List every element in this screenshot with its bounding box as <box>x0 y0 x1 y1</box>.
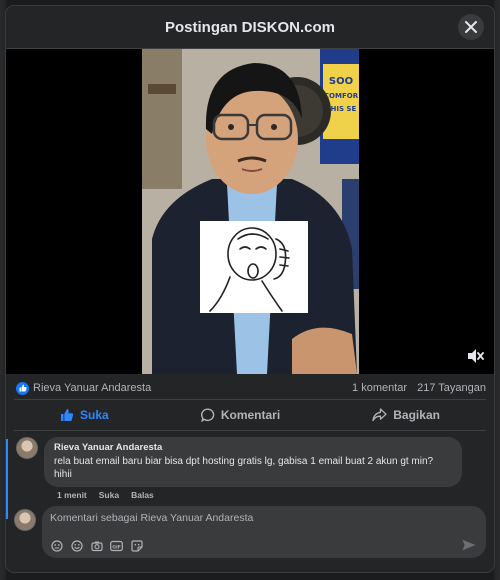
svg-text:COMFOR: COMFOR <box>324 92 359 100</box>
views-count: 217 Tayangan <box>417 382 486 394</box>
comment-like-link[interactable]: Suka <box>99 490 119 500</box>
comment-text: rela buat email baru biar bisa dpt hosti… <box>54 456 434 480</box>
comment-time: 1 menit <box>57 490 87 500</box>
close-button[interactable] <box>458 14 484 40</box>
speaker-muted-icon[interactable] <box>466 348 484 364</box>
comments-count[interactable]: 1 komentar <box>352 382 407 394</box>
like-button[interactable]: Suka <box>46 404 123 426</box>
comment-input[interactable]: Komentari sebagai Rieva Yanuar Andaresta… <box>42 506 486 558</box>
comment-label: Komentari <box>220 408 281 422</box>
smiley-icon[interactable] <box>70 539 83 552</box>
gif-icon[interactable]: GIF <box>110 539 123 552</box>
svg-text:GIF: GIF <box>112 544 121 550</box>
video-frame: SOO COMFOR THIS SE <box>142 49 359 374</box>
speech-bubble-icon <box>200 408 215 422</box>
video-player[interactable]: SOO COMFOR THIS SE <box>6 49 494 374</box>
comments-section: Rieva Yanuar Andaresta rela buat email b… <box>6 431 494 519</box>
comment-button[interactable]: Komentari <box>187 404 294 426</box>
post-stats: Rieva Yanuar Andaresta 1 komentar 217 Ta… <box>6 377 494 399</box>
comment-meta: 1 menit Suka Balas <box>14 487 486 500</box>
share-label: Bagikan <box>393 408 440 422</box>
camera-icon[interactable] <box>90 539 103 552</box>
post-actions: Suka Komentari Bagikan <box>14 399 486 431</box>
comment-reply-link[interactable]: Balas <box>131 490 154 500</box>
comment-item: Rieva Yanuar Andaresta rela buat email b… <box>14 437 486 487</box>
person-photo: SOO COMFOR THIS SE <box>142 49 359 374</box>
send-icon[interactable] <box>462 539 476 551</box>
like-label: Suka <box>80 408 109 422</box>
comment-placeholder: Komentari sebagai Rieva Yanuar Andaresta <box>50 512 254 524</box>
sticker-icon[interactable] <box>130 539 143 552</box>
comment-bubble: Rieva Yanuar Andaresta rela buat email b… <box>44 437 462 487</box>
svg-text:SOO: SOO <box>329 76 353 87</box>
avatar-sticker-icon[interactable] <box>50 539 63 552</box>
avatar[interactable] <box>16 437 38 459</box>
liker-name[interactable]: Rieva Yanuar Andaresta <box>33 382 151 394</box>
comment-composer: Komentari sebagai Rieva Yanuar Andaresta… <box>14 506 486 558</box>
share-button[interactable]: Bagikan <box>358 404 454 426</box>
share-arrow-icon <box>372 408 387 422</box>
modal-title: Postingan DISKON.com <box>164 18 336 36</box>
composer-tools: GIF <box>50 539 143 552</box>
comment-author[interactable]: Rieva Yanuar Andaresta <box>54 442 452 453</box>
thumbs-up-icon <box>61 409 74 421</box>
avatar[interactable] <box>14 509 36 531</box>
close-icon <box>465 21 477 33</box>
modal-header: Postingan DISKON.com <box>6 6 494 49</box>
thumbs-up-icon <box>16 381 29 395</box>
thread-indicator <box>6 439 8 519</box>
post-modal: Postingan DISKON.com SOO COMFOR THIS SE <box>6 6 494 572</box>
